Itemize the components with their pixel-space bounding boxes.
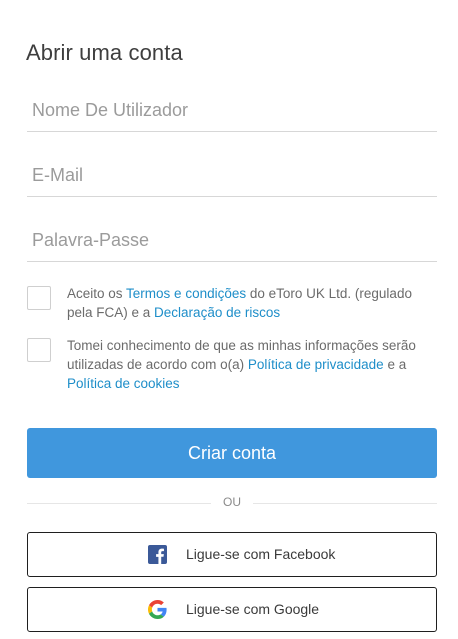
- google-icon: [148, 600, 167, 619]
- terms-checkbox[interactable]: [27, 286, 51, 310]
- facebook-login-button[interactable]: Ligue-se com Facebook: [27, 532, 437, 577]
- google-login-label: Ligue-se com Google: [186, 601, 320, 617]
- email-input[interactable]: [27, 155, 437, 197]
- privacy-checkbox[interactable]: [27, 338, 51, 362]
- facebook-icon: [148, 545, 167, 564]
- terms-prefix-text: Aceito os: [67, 286, 127, 301]
- or-divider: OU: [27, 494, 437, 512]
- privacy-middle-text: e a: [383, 357, 407, 372]
- google-login-button[interactable]: Ligue-se com Google: [27, 587, 437, 632]
- privacy-policy-link[interactable]: Política de privacidade: [248, 357, 384, 372]
- risk-disclosure-link[interactable]: Declaração de riscos: [154, 305, 280, 320]
- privacy-consent-text: Tomei conhecimento de que as minhas info…: [67, 336, 422, 393]
- terms-consent-text: Aceito os Termos e condições do eToro UK…: [67, 284, 422, 322]
- divider-line-right: [253, 503, 437, 504]
- or-label: OU: [223, 495, 241, 509]
- password-input[interactable]: [27, 220, 437, 262]
- create-account-button[interactable]: Criar conta: [27, 428, 437, 478]
- terms-consent-row: Aceito os Termos e condições do eToro UK…: [27, 284, 437, 322]
- facebook-login-label: Ligue-se com Facebook: [186, 546, 336, 562]
- page-title: Abrir uma conta: [26, 40, 183, 65]
- cookie-policy-link[interactable]: Política de cookies: [67, 376, 180, 391]
- privacy-consent-row: Tomei conhecimento de que as minhas info…: [27, 336, 437, 393]
- terms-link[interactable]: Termos e condições: [126, 286, 246, 301]
- username-input[interactable]: [27, 90, 437, 132]
